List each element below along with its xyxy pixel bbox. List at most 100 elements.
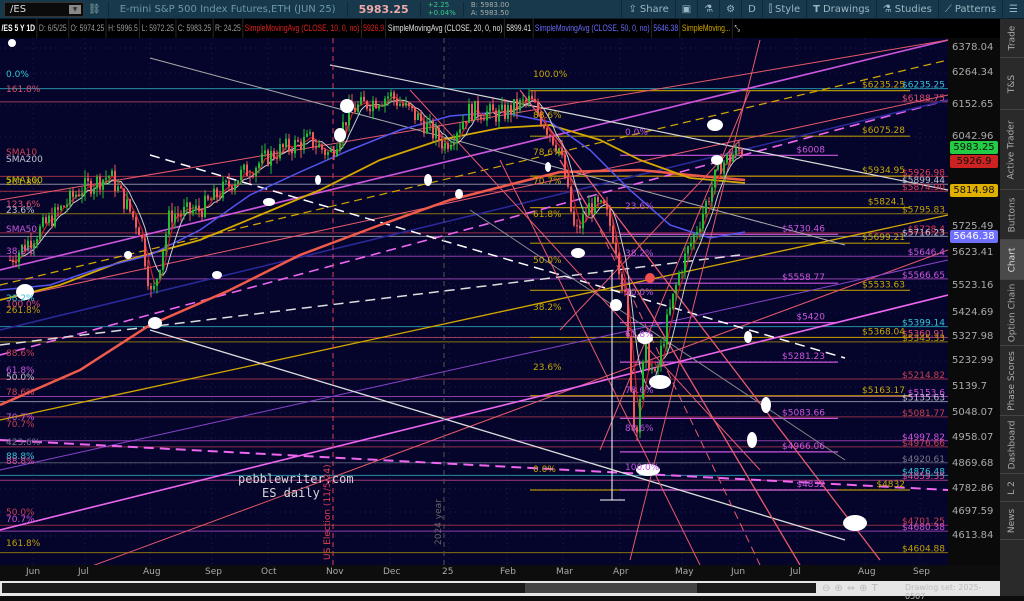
candle	[648, 343, 650, 371]
candle	[48, 215, 50, 224]
candle	[114, 170, 116, 191]
sidebar-tab-trade[interactable]: Trade	[1000, 19, 1024, 58]
candle	[552, 136, 554, 145]
crosshair-icon[interactable]: ⊕	[859, 583, 867, 594]
candle	[363, 96, 365, 102]
candle	[273, 151, 275, 159]
candle	[573, 211, 575, 226]
pivot-marker	[747, 432, 757, 448]
fit-icon[interactable]: ⇔	[847, 583, 855, 594]
fib-percent-label: 70.7%	[6, 515, 35, 525]
time-tick: Nov	[326, 567, 344, 577]
info-date: D: 6/5/25	[37, 19, 69, 38]
price-level-label: $5566.65	[902, 271, 945, 281]
pivot-marker	[315, 175, 321, 185]
share-button[interactable]: ⇪ Share	[621, 0, 674, 19]
price-level-label: $4680.38	[902, 523, 945, 533]
collapse-icon[interactable]: ⤡	[733, 19, 742, 38]
fib-percent-label: 78.6%	[533, 148, 562, 158]
candle	[621, 274, 623, 290]
time-tick: Aug	[143, 567, 161, 577]
candle	[615, 242, 617, 254]
candle	[483, 119, 485, 121]
timeframe-button[interactable]: D	[741, 0, 762, 19]
fib-percent-label: 161.8%	[6, 85, 41, 95]
style-button[interactable]: ⫿ Style	[761, 0, 806, 19]
candle	[72, 190, 74, 197]
price-tick: 5139.7	[952, 381, 987, 392]
candle	[222, 181, 224, 198]
candle	[327, 152, 329, 155]
settings-button[interactable]: ⚙	[719, 0, 741, 19]
price-level-label: $5795.83	[902, 206, 945, 216]
symbol-input[interactable]: /ES ▼	[4, 1, 84, 17]
level-labels: $6235.25$6188.75$5926.98$5899.44$5874.90…	[6, 70, 945, 555]
studies-button[interactable]: ⚗ Studies	[875, 0, 938, 19]
candle	[645, 343, 647, 362]
candle	[468, 103, 470, 123]
fib-percent-label: 23.6%	[533, 363, 562, 373]
scrollbar-thumb[interactable]	[525, 583, 697, 593]
flask-button[interactable]: ⚗	[697, 0, 719, 19]
menu-button[interactable]: ☰	[1002, 0, 1024, 19]
candle	[135, 217, 137, 228]
candle	[417, 113, 419, 121]
horizontal-scrollbar[interactable]	[2, 583, 816, 593]
sidebar-tab-option-chain[interactable]: Option Chain	[1000, 280, 1024, 346]
price-tick: 5424.69	[952, 307, 994, 318]
candle	[465, 121, 467, 123]
candle	[609, 209, 611, 226]
fib-percent-label: SMA50	[6, 225, 37, 235]
candle	[411, 106, 413, 109]
candle	[585, 214, 587, 216]
chevron-down-icon[interactable]: ▼	[69, 4, 81, 14]
fib-percent-label: 38.2%	[625, 249, 654, 259]
study-sma20[interactable]: SimpleMovingAvg (CLOSE, 20, 0, no)	[386, 19, 505, 38]
fib-level-label: $5699.21	[862, 233, 905, 243]
chart-canvas[interactable]: $6235.25$6188.75$5926.98$5899.44$5874.90…	[0, 38, 948, 565]
study-sma50[interactable]: SimpleMovingAvg (CLOSE, 50, 0, no)	[533, 19, 652, 38]
zoom-out-icon[interactable]: ⊖	[822, 583, 830, 594]
drawing-set-label[interactable]: Drawing set: 2025-0507	[905, 583, 1000, 601]
price-axis[interactable]: 6378.04 6264.34 6152.65 6042.96 5725.49 5623.…	[948, 38, 1000, 565]
price-chart[interactable]: $6235.25 $6188.75 $5926.98 $5899.44 $5874.90…	[0, 38, 948, 565]
price-badge: 5983.25	[950, 141, 998, 154]
sidebar-tab-t-s[interactable]: T&S	[1000, 58, 1024, 110]
time-tick: Oct	[261, 567, 277, 577]
symbol-period[interactable]: /ES 5 Y 1D	[0, 19, 38, 38]
candle	[576, 225, 578, 227]
zoom-in-icon[interactable]: ⊕	[834, 583, 842, 594]
fib-level-label: $5420	[796, 313, 825, 323]
net-change: +2.25 +0.04%	[427, 1, 456, 17]
sidebar-tab-phase-scores[interactable]: Phase Scores	[1000, 346, 1024, 416]
study-sma100[interactable]: SimpleMoving...	[680, 19, 733, 38]
sidebar-tab-buttons[interactable]: Buttons	[1000, 190, 1024, 240]
candle	[183, 206, 185, 215]
alert-button[interactable]: ▣	[674, 0, 697, 19]
sidebar-tab-l-2[interactable]: L 2	[1000, 474, 1024, 502]
pivot-marker	[744, 331, 752, 343]
drawings-button[interactable]: T Drawings	[806, 0, 876, 19]
fib-percent-label: 88.6%	[6, 349, 35, 359]
candle	[303, 136, 305, 151]
sidebar-tab-dashboard[interactable]: Dashboard	[1000, 416, 1024, 474]
candle	[657, 365, 659, 371]
candle	[189, 202, 191, 213]
sidebar-tab-active-trader[interactable]: Active Trader	[1000, 110, 1024, 190]
candle	[204, 195, 206, 218]
sidebar-tab-chart[interactable]: Chart	[1000, 240, 1024, 280]
candle	[606, 203, 608, 210]
fib-level-label: $6235.25	[862, 81, 905, 91]
patterns-button[interactable]: ⟋ Patterns	[937, 0, 1002, 19]
watermark-site: pebblewriter.com	[238, 472, 354, 486]
info-low: L: 5972.25	[140, 19, 177, 38]
candle	[666, 314, 668, 345]
price-level-label: $6188.75	[902, 94, 945, 104]
time-axis[interactable]: Jun Jul Aug Sep Oct Nov Dec 25 Feb Mar Apr May Jun Ju…	[0, 565, 1000, 581]
study-sma10[interactable]: SimpleMovingAvg (CLOSE, 10, 0, no)	[243, 19, 362, 38]
sidebar-tab-news[interactable]: News	[1000, 502, 1024, 540]
text-icon[interactable]: T	[872, 583, 878, 594]
candle	[168, 210, 170, 235]
candle	[384, 98, 386, 106]
link-icon[interactable]: ⛓	[84, 4, 105, 15]
